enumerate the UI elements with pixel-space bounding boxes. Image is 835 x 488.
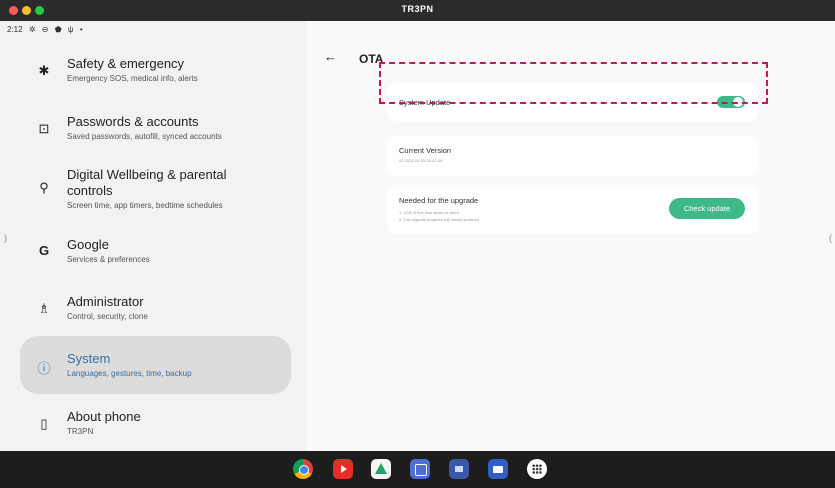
settings-item-subtitle: TR3PN (67, 427, 94, 436)
gear-icon: ✲ (28, 25, 36, 34)
current-version-label: Current Version (399, 146, 452, 155)
settings-item-subtitle: Saved passwords, autofill, synced accoun… (67, 132, 222, 141)
settings-item-title-line2: controls (67, 183, 113, 198)
settings-item-subtitle: Control, security, clone (67, 312, 148, 321)
asterisk-icon: ✱ (38, 63, 50, 78)
settings-item-title: System (67, 351, 111, 366)
settings-item-title-line1: Digital Wellbeing & parental (67, 167, 227, 182)
folder-icon[interactable] (488, 459, 508, 479)
drive-icon[interactable] (371, 459, 391, 479)
settings-item-title: Administrator (67, 294, 144, 309)
window-title: TR3PN (401, 4, 434, 14)
app-drawer-icon[interactable] (527, 459, 547, 479)
settings-item-google[interactable]: G Google Services & preferences (20, 232, 291, 272)
window-titlebar: TR3PN (0, 0, 835, 21)
chrome-icon[interactable] (293, 459, 313, 479)
dots-grid (532, 464, 542, 474)
info-icon: ⓘ (37, 361, 51, 376)
drive-triangle (375, 463, 387, 474)
google-icon: G (38, 243, 50, 258)
settings-item-subtitle: Services & preferences (67, 255, 150, 264)
check-update-button[interactable]: Check update (669, 198, 745, 219)
password-icon: ⊡ (38, 121, 50, 136)
notes-glyph (415, 464, 427, 476)
usb-icon: ψ (67, 25, 74, 34)
settings-item-subtitle: Screen time, app timers, bedtime schedul… (67, 201, 223, 210)
dot-icon: • (79, 25, 83, 34)
taskbar (0, 451, 835, 488)
admin-icon: ♗ (38, 301, 50, 316)
youtube-icon[interactable] (333, 459, 353, 479)
current-version-card (387, 136, 758, 176)
phone-icon: ▯ (40, 416, 48, 431)
status-time: 2:12 (7, 25, 23, 34)
settings-item-title: About phone (67, 409, 141, 424)
settings-item-system[interactable]: ⓘ System Languages, gestures, time, back… (20, 336, 291, 394)
chrome-icon-center (299, 465, 309, 475)
settings-item-safety[interactable]: ✱ Safety & emergency Emergency SOS, medi… (20, 51, 291, 91)
settings-item-subtitle: Emergency SOS, medical info, alerts (67, 74, 198, 83)
shield-icon: ⬟ (54, 25, 62, 34)
settings-list-panel: 2:12 ✲ ⊖ ⬟ ψ • ✱ Safety & emergency Emer… (0, 21, 306, 451)
upgrade-note-1: 1. 2GB of free disk space or more (399, 210, 459, 215)
current-version-value: 03 2024-09-20-09-43-46 (399, 158, 443, 163)
photos-glyph (455, 466, 463, 472)
photos-icon[interactable] (449, 459, 469, 479)
settings-item-subtitle: Languages, gestures, time, backup (67, 369, 192, 378)
notes-icon[interactable] (410, 459, 430, 479)
ring-icon: ⊖ (41, 25, 49, 34)
play-glyph (341, 465, 347, 473)
upgrade-title: Needed for the upgrade (399, 196, 479, 205)
settings-item-administrator[interactable]: ♗ Administrator Control, security, clone (20, 289, 291, 329)
settings-item-title: Passwords & accounts (67, 114, 199, 129)
folder-glyph (493, 466, 503, 473)
back-arrow-icon[interactable]: ← (324, 49, 337, 64)
settings-item-title: Google (67, 237, 109, 252)
left-edge-handle[interactable]: ) (4, 233, 10, 249)
settings-item-wellbeing[interactable]: ⚲ Digital Wellbeing & parental controls … (20, 163, 291, 218)
settings-item-about-phone[interactable]: ▯ About phone TR3PN (20, 404, 291, 444)
highlight-frame (379, 62, 768, 104)
right-edge-handle[interactable]: ( (829, 233, 835, 249)
settings-item-title: Safety & emergency (67, 56, 185, 71)
wellbeing-icon: ⚲ (39, 180, 49, 195)
settings-item-passwords[interactable]: ⊡ Passwords & accounts Saved passwords, … (20, 109, 291, 149)
status-bar: 2:12 ✲ ⊖ ⬟ ψ • (7, 25, 87, 34)
upgrade-note-2: 2. The upgrade progress will remain powe… (399, 217, 480, 222)
